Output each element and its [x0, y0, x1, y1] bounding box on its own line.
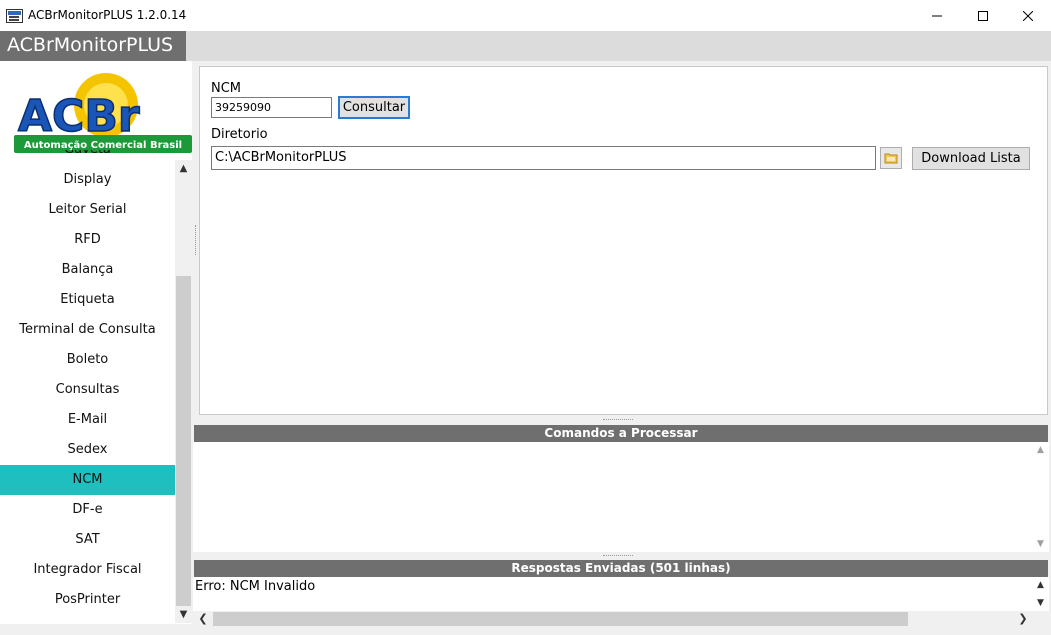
- sidebar-item-etiqueta[interactable]: Etiqueta: [0, 285, 175, 315]
- sidebar-scroll-thumb[interactable]: [176, 276, 191, 606]
- browse-folder-button[interactable]: [880, 147, 902, 169]
- responses-header: Respostas Enviadas (501 linhas): [194, 560, 1048, 577]
- maximize-button[interactable]: [960, 0, 1006, 31]
- scroll-up-icon[interactable]: ▲: [175, 160, 192, 177]
- sidebar-item-email[interactable]: E-Mail: [0, 405, 175, 435]
- sidebar-item-display[interactable]: Display: [0, 165, 175, 195]
- title-bar: ACBrMonitorPLUS 1.2.0.14: [0, 0, 1051, 31]
- ncm-panel: NCM 39259090 Consultar Diretorio C:\ACBr…: [199, 66, 1048, 415]
- app-icon: [6, 9, 23, 23]
- hscroll-thumb[interactable]: [213, 612, 908, 626]
- commands-memo[interactable]: ▲ ▼: [193, 442, 1049, 552]
- horizontal-splitter-2[interactable]: [193, 552, 1049, 560]
- sidebar-item-gaveta[interactable]: Gaveta: [0, 150, 175, 165]
- minimize-icon: [932, 15, 942, 16]
- window-title: ACBrMonitorPLUS 1.2.0.14: [28, 8, 187, 22]
- diretorio-input[interactable]: C:\ACBrMonitorPLUS: [211, 146, 876, 170]
- sidebar-menu: Gaveta Display Leitor Serial RFD Balança…: [0, 150, 175, 624]
- commands-header: Comandos a Processar: [194, 425, 1048, 442]
- sidebar-item-ncm[interactable]: NCM: [0, 465, 175, 495]
- logo-big-text: ACBr: [18, 91, 140, 142]
- maximize-icon: [978, 10, 988, 21]
- close-icon: [1023, 10, 1033, 21]
- scroll-down-icon[interactable]: ▼: [1032, 536, 1049, 552]
- app-header: ACBrMonitorPLUS: [0, 31, 1051, 61]
- scroll-left-icon[interactable]: ❮: [195, 611, 211, 627]
- response-text: Erro: NCM Invalido: [195, 579, 316, 594]
- folder-icon: [884, 153, 898, 164]
- sidebar-item-sat[interactable]: SAT: [0, 525, 175, 555]
- sidebar-item-rfd[interactable]: RFD: [0, 225, 175, 255]
- app-header-label: ACBrMonitorPLUS: [0, 31, 186, 61]
- sidebar-item-leitor-serial[interactable]: Leitor Serial: [0, 195, 175, 225]
- sidebar-item-boleto[interactable]: Boleto: [0, 345, 175, 375]
- scroll-right-icon[interactable]: ❯: [1015, 611, 1031, 627]
- sidebar-item-consultas[interactable]: Consultas: [0, 375, 175, 405]
- sidebar-scrollbar[interactable]: ▲ ▼: [175, 160, 192, 623]
- consultar-button[interactable]: Consultar: [338, 96, 410, 119]
- minimize-button[interactable]: [914, 0, 960, 31]
- scroll-down-icon[interactable]: ▼: [175, 606, 192, 623]
- responses-memo[interactable]: Erro: NCM Invalido ▲ ▼: [193, 577, 1049, 611]
- sidebar-item-dfe[interactable]: DF-e: [0, 495, 175, 525]
- responses-hscrollbar[interactable]: ❮ ❯: [193, 611, 1032, 627]
- sidebar-item-balanca[interactable]: Balança: [0, 255, 175, 285]
- download-lista-button[interactable]: Download Lista: [912, 147, 1030, 170]
- ncm-input[interactable]: 39259090: [211, 97, 332, 118]
- scroll-up-icon[interactable]: ▲: [1032, 442, 1049, 458]
- close-button[interactable]: [1005, 0, 1051, 31]
- scroll-down-icon[interactable]: ▼: [1032, 595, 1049, 611]
- diretorio-label: Diretorio: [211, 127, 268, 142]
- scroll-up-icon[interactable]: ▲: [1032, 577, 1049, 593]
- sidebar-item-integrador-fiscal[interactable]: Integrador Fiscal: [0, 555, 175, 585]
- commands-scrollbar[interactable]: ▲ ▼: [1032, 442, 1049, 552]
- sidebar-item-sedex[interactable]: Sedex: [0, 435, 175, 465]
- sidebar: ACBr Automação Comercial Brasil Gaveta D…: [0, 61, 192, 624]
- acbr-logo: ACBr Automação Comercial Brasil: [14, 73, 192, 153]
- sidebar-item-terminal-de-consulta[interactable]: Terminal de Consulta: [0, 315, 175, 345]
- ncm-label: NCM: [211, 81, 242, 96]
- responses-scrollbar[interactable]: ▲ ▼: [1032, 577, 1049, 611]
- sidebar-item-posprinter[interactable]: PosPrinter: [0, 585, 175, 615]
- horizontal-splitter[interactable]: [193, 416, 1049, 424]
